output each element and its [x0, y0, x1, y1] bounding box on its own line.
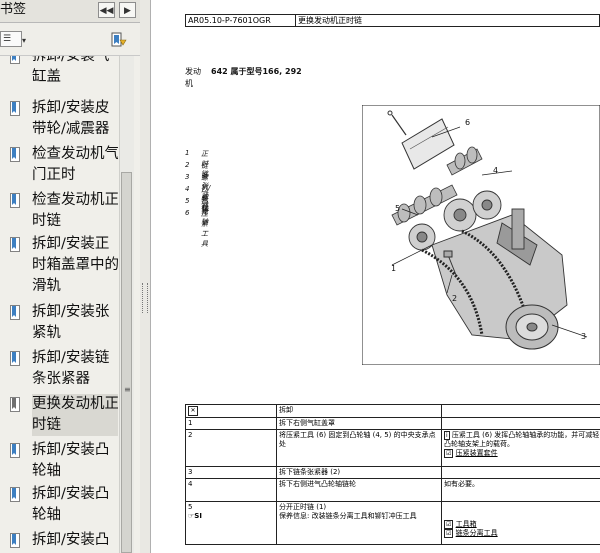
- step-note: [441, 466, 600, 479]
- document-code: AR05.10-P-7601OGR: [185, 14, 296, 27]
- bookmark-label: 拆卸/安装凸轮轴: [32, 442, 110, 479]
- header-icon-cell: ✕: [185, 404, 277, 418]
- bookmark-icon: [10, 397, 20, 412]
- legend-number: 1: [185, 149, 190, 157]
- scrollbar-thumb[interactable]: [121, 172, 132, 553]
- bookmark-label: 拆卸/安装凸轮轴: [32, 486, 110, 523]
- options-menu-button[interactable]: ☰: [0, 31, 22, 47]
- step-text: 将压紧工具 (6) 固定到凸轮轴 (4, 5) 的中央支承点处: [276, 429, 442, 467]
- diagram-tag-1: 1: [391, 264, 397, 273]
- step-note: 压紧工具 (6) 发挥凸轮轴轴承的功能，并可减轻凸轮轴支架上的载荷。: [444, 431, 600, 448]
- bookmark-icon: [10, 443, 20, 458]
- legend-number: 3: [185, 173, 190, 181]
- step-number: 4: [185, 478, 277, 502]
- table-row: 4 拆下右侧进气凸轮轴链轮 如有必要。: [185, 478, 600, 502]
- document-page: AR05.10-P-7601OGR 更换发动机正时链 发动 机 642 属于型号…: [151, 0, 600, 553]
- bookmark-icon: [10, 147, 20, 162]
- header-action-cell: 拆卸: [276, 404, 442, 418]
- bookmark-icon: [10, 56, 20, 64]
- bookmarks-panel: 书签 ◀◀ ▶ ☰ ▾ 拆卸/安装气缸盖拆卸/安装皮带轮/减震器 检查发动机气门正…: [0, 0, 141, 553]
- bookmark-icon: [10, 351, 20, 366]
- bookmark-list: 拆卸/安装气缸盖 拆卸/安装皮带轮/减震器 检查发动机气门正时 检查发动机正时链 拆卸/…: [0, 56, 118, 553]
- bookmark-label: 拆卸/安装链条张紧器: [32, 350, 110, 387]
- bookmark-label: 检查发动机气门正时: [32, 146, 118, 183]
- step-number: 1: [185, 417, 277, 430]
- table-row: 2 将压紧工具 (6) 固定到凸轮轴 (4, 5) 的中央支承点处 i 压紧工具…: [185, 429, 600, 467]
- step-number-cell: 5 ☞SI: [185, 501, 277, 545]
- engine-label-cont: 机: [185, 79, 193, 88]
- diagram-tag-3: 3: [581, 332, 587, 341]
- step-text-cell: 分开正时链 (1) 保养信息: 改装链条分离工具和铆钉冲压工具: [276, 501, 442, 545]
- table-row: 5 ☞SI 分开正时链 (1) 保养信息: 改装链条分离工具和铆钉冲压工具 ☑ …: [185, 501, 600, 545]
- step-text: 拆下链条张紧器 (2): [276, 466, 442, 479]
- table-row: 1 拆下右侧气缸盖罩: [185, 417, 600, 430]
- step-note: [441, 417, 600, 430]
- table-row: 3 拆下链条张紧器 (2): [185, 466, 600, 479]
- bookmark-icon: [10, 533, 20, 548]
- new-bookmark-icon[interactable]: [110, 31, 128, 49]
- legend-number: 4: [185, 185, 190, 193]
- legend-number: 2: [185, 161, 190, 169]
- bookmark-icon: [10, 193, 20, 208]
- tool-link[interactable]: 工具箱: [456, 520, 477, 528]
- step-number: 2: [185, 429, 277, 467]
- timing-chain-diagram: [362, 105, 600, 365]
- step-note-cell: ☑ 工具箱 ☑ 链条分离工具: [441, 501, 600, 545]
- tool-link-icon: ☑: [444, 449, 454, 458]
- engine-label: 发动: [185, 67, 201, 76]
- bookmark-icon: [10, 101, 20, 116]
- expand-panel-button[interactable]: ▶: [119, 2, 136, 18]
- tool-link[interactable]: 链条分离工具: [456, 529, 498, 537]
- panel-header: 书签 ◀◀ ▶: [0, 0, 140, 23]
- step-note: 如有必要。: [441, 478, 600, 502]
- tools-icon: ✕: [188, 406, 198, 416]
- panel-toolbar: ☰ ▾: [0, 23, 140, 56]
- collapse-panel-button[interactable]: ◀◀: [98, 2, 115, 18]
- step-subtext[interactable]: 保养信息: 改装链条分离工具和铆钉冲压工具: [279, 512, 417, 520]
- diagram-tag-6: 6: [465, 118, 471, 127]
- splitter-grip-icon: [142, 283, 148, 313]
- step-text: 拆下右侧气缸盖罩: [276, 417, 442, 430]
- bookmark-label: 检查发动机正时链: [32, 192, 118, 229]
- engine-description: 642 属于型号166, 292: [211, 67, 302, 76]
- step-number: 5: [188, 503, 193, 511]
- bookmark-label: 拆卸/安装凸: [32, 532, 110, 548]
- step-text: 分开正时链 (1): [279, 503, 327, 511]
- table-header-row: ✕ 拆卸: [185, 404, 600, 418]
- panel-splitter[interactable]: [140, 0, 151, 553]
- diagram-tag-4: 4: [493, 166, 499, 175]
- service-info-tag[interactable]: SI: [194, 512, 202, 520]
- step-number: 3: [185, 466, 277, 479]
- step-text: 拆下右侧进气凸轮轴链轮: [276, 478, 442, 502]
- bookmark-icon: [10, 487, 20, 502]
- panel-title: 书签: [0, 2, 27, 17]
- info-icon: i: [444, 431, 450, 440]
- bookmark-label: 拆卸/安装皮带轮/减震器: [32, 100, 110, 137]
- tool-link-icon: ☑: [444, 529, 454, 538]
- diagram-tag-2: 2: [452, 294, 458, 303]
- procedure-table: ✕ 拆卸 1 拆下右侧气缸盖罩 2 将压紧工具 (6) 固定到凸轮轴 (4, 5…: [185, 404, 600, 545]
- step-note-cell: i 压紧工具 (6) 发挥凸轮轴轴承的功能，并可减轻凸轮轴支架上的载荷。 ☑ 压…: [441, 429, 600, 467]
- diagram-tag-5: 5: [395, 204, 401, 213]
- legend-number: 6: [185, 209, 190, 217]
- options-dropdown-icon[interactable]: ▾: [22, 36, 26, 45]
- legend-number: 5: [185, 197, 190, 205]
- scrollbar-grip-icon: ≡: [124, 385, 131, 394]
- legend-text: 压紧工具: [201, 210, 208, 248]
- tool-link-icon: ☑: [444, 520, 454, 529]
- bookmark-icon: [10, 237, 20, 252]
- document-title: 更换发动机正时链: [295, 14, 600, 27]
- bookmark-label: 拆卸/安装正时箱盖罩中的滑轨: [32, 236, 118, 294]
- crank-pulley-drawing: [505, 304, 559, 350]
- document-header-table: AR05.10-P-7601OGR 更换发动机正时链: [185, 14, 600, 27]
- bookmark-label: 拆卸/安装气缸盖: [32, 56, 110, 85]
- tool-link[interactable]: 压紧装置套件: [456, 449, 498, 457]
- bookmark-label: 拆卸/安装张紧轨: [32, 304, 110, 341]
- header-note-cell: [441, 404, 600, 418]
- bookmark-icon: [10, 305, 20, 320]
- bookmark-label: 更换发动机正时链: [32, 394, 118, 436]
